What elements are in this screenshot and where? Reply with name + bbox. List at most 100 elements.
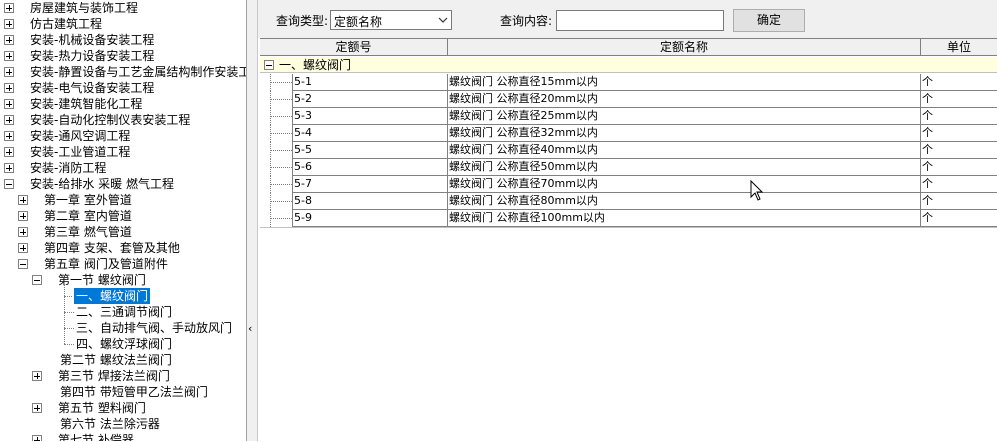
cell-code[interactable]: 5-6 [292,159,448,176]
table-row[interactable]: 5-4 螺纹阀门 公称直径32mm以内个 [260,125,997,142]
cell-code[interactable]: 5-7 [292,176,448,193]
tree-node[interactable]: 仿古建筑工程 [0,16,246,32]
tree-node[interactable]: 二、三通调节阀门 [0,304,246,320]
cell-name[interactable]: 螺纹阀门 公称直径40mm以内 [448,142,921,159]
tree-node[interactable]: 安装-自动化控制仪表安装工程 [0,112,246,128]
cell-code[interactable]: 5-3 [292,108,448,125]
quota-tree[interactable]: 房屋建筑与装饰工程 仿古建筑工程 安装-机械设备安装工程 安装-热力设备安装工程 安装-… [0,0,247,441]
tree-node[interactable]: 第三章 燃气管道 [0,224,246,240]
collapse-icon[interactable] [264,60,274,70]
collapse-minus-icon[interactable] [4,179,14,189]
tree-node[interactable]: 安装-电气设备安装工程 [0,80,246,96]
tree-node[interactable]: 第三节 焊接法兰阀门 [0,368,246,384]
cell-code[interactable]: 5-1 [292,74,448,91]
expand-plus-icon[interactable] [18,211,28,221]
expand-plus-icon[interactable] [4,83,14,93]
cell-code[interactable]: 5-4 [292,125,448,142]
tree-node[interactable]: 第二章 室内管道 [0,208,246,224]
collapse-minus-icon[interactable] [32,275,42,285]
tree-node[interactable]: 安装-静置设备与工艺金属结构制作安装工 [0,64,246,80]
cell-code[interactable]: 5-2 [292,91,448,108]
table-row[interactable]: 5-9 螺纹阀门 公称直径100mm以内个 [260,210,997,227]
expand-plus-icon[interactable] [32,403,42,413]
column-header-unit[interactable]: 单位 [921,39,997,56]
query-content-input[interactable] [556,10,724,31]
expand-plus-icon[interactable] [32,371,42,381]
tree-node[interactable]: 房屋建筑与装饰工程 [0,0,246,16]
tree-node[interactable]: 安装-消防工程 [0,160,246,176]
cell-name[interactable]: 螺纹阀门 公称直径50mm以内 [448,159,921,176]
table-row[interactable]: 5-2 螺纹阀门 公称直径20mm以内个 [260,91,997,108]
tree-node[interactable]: 四、螺纹浮球阀门 [0,336,246,352]
column-header-code[interactable]: 定额号 [260,39,448,56]
cell-name[interactable]: 螺纹阀门 公称直径25mm以内 [448,108,921,125]
tree-node-label: 第五章 阀门及管道附件 [44,257,168,271]
expand-plus-icon[interactable] [4,147,14,157]
table-row[interactable]: 5-3 螺纹阀门 公称直径25mm以内个 [260,108,997,125]
cell-code[interactable]: 5-5 [292,142,448,159]
table-row[interactable]: 5-1 螺纹阀门 公称直径15mm以内个 [260,74,997,91]
tree-node[interactable]: 第六节 法兰除污器 [0,416,246,432]
expand-plus-icon[interactable] [4,163,14,173]
cell-unit[interactable]: 个 [921,108,997,125]
tree-node[interactable]: 安装-给排水 采暖 燃气工程 [0,176,246,192]
expand-plus-icon[interactable] [4,3,14,13]
tree-node[interactable]: 第五章 阀门及管道附件 [0,256,246,272]
expand-plus-icon[interactable] [18,227,28,237]
table-row[interactable]: 5-8 螺纹阀门 公称直径80mm以内个 [260,193,997,210]
tree-node[interactable]: 第二节 螺纹法兰阀门 [0,352,246,368]
cell-name[interactable]: 螺纹阀门 公称直径32mm以内 [448,125,921,142]
group-row[interactable]: 一、螺纹阀门 [260,57,997,73]
tree-node[interactable]: 安装-机械设备安装工程 [0,32,246,48]
expand-plus-icon[interactable] [4,99,14,109]
tree-node[interactable]: 第四章 支架、套管及其他 [0,240,246,256]
column-header-name[interactable]: 定额名称 [448,39,921,56]
table-row[interactable]: 5-6 螺纹阀门 公称直径50mm以内个 [260,159,997,176]
expand-plus-icon[interactable] [4,19,14,29]
tree-node[interactable]: 三、自动排气阀、手动放风门 [0,320,246,336]
query-type-select[interactable]: 定额名称 [330,10,452,30]
cell-unit[interactable]: 个 [921,210,997,227]
cell-name[interactable]: 螺纹阀门 公称直径15mm以内 [448,74,921,91]
expand-plus-icon[interactable] [18,195,28,205]
cell-unit[interactable]: 个 [921,193,997,210]
cell-name[interactable]: 螺纹阀门 公称直径80mm以内 [448,193,921,210]
confirm-button[interactable]: 确定 [733,9,805,32]
expand-plus-icon[interactable] [4,67,14,77]
cell-unit[interactable]: 个 [921,74,997,91]
collapse-left-icon[interactable]: ‹ [248,322,252,335]
tree-node[interactable]: 安装-工业管道工程 [0,144,246,160]
panel-splitter[interactable]: ‹ [247,0,258,441]
tree-node[interactable]: 第四节 带短管甲乙法兰阀门 [0,384,246,400]
tree-connector [64,328,74,329]
tree-node[interactable]: 第一节 螺纹阀门 [0,272,246,288]
tree-node[interactable]: 一、螺纹阀门 [0,287,246,305]
expand-plus-icon[interactable] [4,35,14,45]
cell-unit[interactable]: 个 [921,176,997,193]
cell-unit[interactable]: 个 [921,142,997,159]
cell-code[interactable]: 5-9 [292,210,448,227]
tree-node[interactable]: 安装-热力设备安装工程 [0,48,246,64]
table-row[interactable]: 5-5 螺纹阀门 公称直径40mm以内个 [260,142,997,159]
expand-plus-icon[interactable] [32,435,42,441]
table-row[interactable]: 5-7 螺纹阀门 公称直径70mm以内个 [260,176,997,193]
expand-plus-icon[interactable] [4,115,14,125]
tree-node[interactable]: 安装-建筑智能化工程 [0,96,246,112]
expand-plus-icon[interactable] [4,131,14,141]
tree-node[interactable]: 第七节 补偿器 [0,432,246,441]
tree-node[interactable]: 第一章 室外管道 [0,192,246,208]
cell-unit[interactable]: 个 [921,91,997,108]
query-content-label: 查询内容: [500,14,553,28]
chevron-down-icon[interactable] [437,12,449,31]
tree-node[interactable]: 第五节 塑料阀门 [0,400,246,416]
expand-plus-icon[interactable] [4,51,14,61]
cell-name[interactable]: 螺纹阀门 公称直径100mm以内 [448,210,921,227]
cell-unit[interactable]: 个 [921,125,997,142]
cell-name[interactable]: 螺纹阀门 公称直径70mm以内 [448,176,921,193]
cell-code[interactable]: 5-8 [292,193,448,210]
cell-name[interactable]: 螺纹阀门 公称直径20mm以内 [448,91,921,108]
cell-unit[interactable]: 个 [921,159,997,176]
collapse-minus-icon[interactable] [18,259,28,269]
expand-plus-icon[interactable] [18,243,28,253]
tree-node[interactable]: 安装-通风空调工程 [0,128,246,144]
